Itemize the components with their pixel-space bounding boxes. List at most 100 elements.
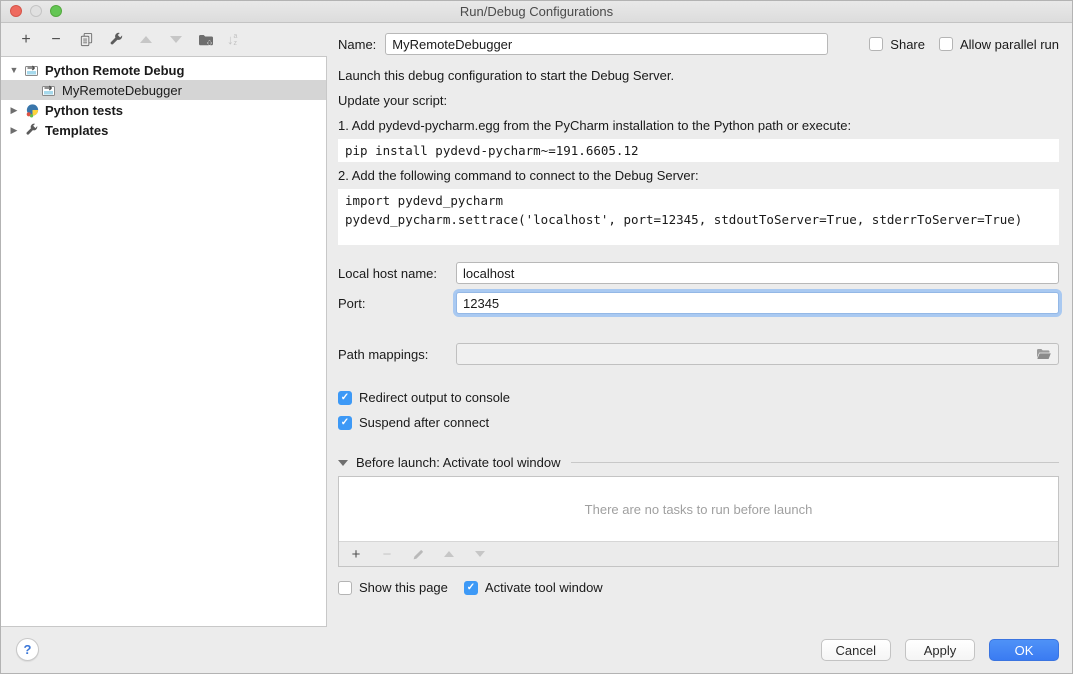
before-launch-header[interactable]: Before launch: Activate tool window bbox=[338, 455, 1059, 470]
tasks-toolbar: + − bbox=[339, 541, 1058, 566]
suspend-after-connect-checkbox-item[interactable]: Suspend after connect bbox=[338, 415, 1059, 430]
activate-tool-window-label: Activate tool window bbox=[485, 580, 603, 595]
pip-install-code: pip install pydevd-pycharm~=191.6605.12 bbox=[338, 139, 1059, 162]
triangle-down-icon bbox=[170, 36, 182, 43]
apply-button[interactable]: Apply bbox=[905, 639, 975, 661]
tree-item-label: Python Remote Debug bbox=[45, 63, 184, 78]
pencil-icon bbox=[412, 548, 425, 561]
expander-right-icon[interactable]: ▶ bbox=[9, 125, 19, 136]
expander-right-icon[interactable]: ▶ bbox=[9, 105, 19, 116]
tasks-empty-text: There are no tasks to run before launch bbox=[585, 502, 813, 517]
remote-debug-icon bbox=[24, 62, 40, 78]
path-mappings-field[interactable] bbox=[456, 343, 1059, 365]
local-host-row: Local host name: bbox=[338, 262, 1059, 284]
move-task-up-button bbox=[440, 545, 458, 563]
activate-tool-window-checkbox-item[interactable]: Activate tool window bbox=[464, 580, 603, 595]
ok-button[interactable]: OK bbox=[989, 639, 1059, 661]
activate-tool-window-checkbox[interactable] bbox=[464, 581, 478, 595]
description-line: Launch this debug configuration to start… bbox=[338, 63, 1059, 88]
share-checkbox[interactable] bbox=[869, 37, 883, 51]
show-this-page-label: Show this page bbox=[359, 580, 448, 595]
move-down-button bbox=[167, 31, 185, 49]
tree-item-label: Templates bbox=[45, 123, 108, 138]
tasks-empty-area: There are no tasks to run before launch bbox=[339, 477, 1058, 541]
cancel-button[interactable]: Cancel bbox=[821, 639, 891, 661]
port-label: Port: bbox=[338, 296, 456, 311]
redirect-output-checkbox-item[interactable]: Redirect output to console bbox=[338, 390, 1059, 405]
configurations-tree: ▼ Python Remote Debug MyRemoteDebugger bbox=[1, 56, 327, 627]
local-host-input[interactable] bbox=[456, 262, 1059, 284]
show-this-page-checkbox[interactable] bbox=[338, 581, 352, 595]
help-question-icon: ? bbox=[24, 642, 32, 657]
redirect-output-checkbox[interactable] bbox=[338, 391, 352, 405]
description-block: Launch this debug configuration to start… bbox=[338, 63, 1059, 245]
copy-icon bbox=[79, 32, 94, 47]
suspend-after-connect-checkbox[interactable] bbox=[338, 416, 352, 430]
footer-buttons: Cancel Apply OK bbox=[821, 639, 1059, 661]
expander-down-icon[interactable]: ▼ bbox=[9, 65, 19, 75]
move-task-down-button bbox=[471, 545, 489, 563]
settrace-code-line-2: pydevd_pycharm.settrace('localhost', por… bbox=[345, 210, 1052, 229]
zoom-window-button[interactable] bbox=[50, 5, 62, 17]
remote-debug-icon bbox=[41, 82, 57, 98]
bottom-options-row: Show this page Activate tool window bbox=[338, 580, 1059, 595]
tree-item-python-remote-debug[interactable]: ▼ Python Remote Debug bbox=[1, 60, 326, 80]
sort-configurations-button: ↓ az bbox=[227, 32, 237, 47]
port-input[interactable] bbox=[456, 292, 1059, 314]
allow-parallel-run-label: Allow parallel run bbox=[960, 37, 1059, 52]
dialog-footer: ? Cancel Apply OK bbox=[1, 627, 1072, 673]
triangle-down-icon bbox=[475, 551, 485, 557]
tree-item-label: Python tests bbox=[45, 103, 123, 118]
description-line: Update your script: bbox=[338, 88, 1059, 113]
new-folder-button[interactable] bbox=[197, 31, 215, 49]
remove-configuration-button[interactable]: − bbox=[47, 31, 65, 49]
allow-parallel-run-checkbox[interactable] bbox=[939, 37, 953, 51]
suspend-after-connect-label: Suspend after connect bbox=[359, 415, 489, 430]
name-label: Name: bbox=[338, 37, 376, 52]
port-row: Port: bbox=[338, 292, 1059, 314]
description-step-1: 1. Add pydevd-pycharm.egg from the PyCha… bbox=[338, 113, 1059, 138]
share-label: Share bbox=[890, 37, 925, 52]
python-tests-icon bbox=[24, 102, 40, 118]
edit-templates-button[interactable] bbox=[107, 31, 125, 49]
header-rule bbox=[571, 462, 1059, 463]
titlebar: Run/Debug Configurations bbox=[1, 1, 1072, 23]
open-folder-icon[interactable] bbox=[1036, 348, 1052, 361]
close-window-button[interactable] bbox=[10, 5, 22, 17]
allow-parallel-run-checkbox-item[interactable]: Allow parallel run bbox=[939, 37, 1059, 52]
tree-item-templates[interactable]: ▶ Templates bbox=[1, 120, 326, 140]
folder-plus-icon bbox=[198, 32, 214, 48]
before-launch-tasks-panel: There are no tasks to run before launch … bbox=[338, 476, 1059, 567]
tree-item-myremotedebugger[interactable]: MyRemoteDebugger bbox=[1, 80, 326, 100]
minimize-window-button bbox=[30, 5, 42, 17]
traffic-lights bbox=[10, 5, 62, 17]
path-mappings-label: Path mappings: bbox=[338, 347, 456, 362]
configuration-editor: Name: Share Allow parallel run Launch th… bbox=[338, 23, 1059, 627]
settrace-code: import pydevd_pycharm pydevd_pycharm.set… bbox=[338, 189, 1059, 245]
collapse-triangle-icon[interactable] bbox=[338, 460, 348, 466]
redirect-output-label: Redirect output to console bbox=[359, 390, 510, 405]
show-this-page-checkbox-item[interactable]: Show this page bbox=[338, 580, 448, 595]
name-row: Name: Share Allow parallel run bbox=[338, 33, 1059, 55]
share-checkbox-item[interactable]: Share bbox=[869, 37, 925, 52]
wrench-icon bbox=[109, 32, 124, 47]
description-step-2: 2. Add the following command to connect … bbox=[338, 163, 1059, 188]
copy-configuration-button[interactable] bbox=[77, 31, 95, 49]
add-task-button[interactable]: + bbox=[347, 545, 365, 563]
help-button[interactable]: ? bbox=[16, 638, 39, 661]
run-debug-configurations-dialog: Run/Debug Configurations + − bbox=[0, 0, 1073, 674]
before-launch-title: Before launch: Activate tool window bbox=[356, 455, 561, 470]
settrace-code-line-1: import pydevd_pycharm bbox=[345, 191, 1052, 210]
triangle-up-icon bbox=[444, 551, 454, 557]
path-mappings-row: Path mappings: bbox=[338, 343, 1059, 365]
add-configuration-button[interactable]: + bbox=[17, 31, 35, 49]
tree-item-label: MyRemoteDebugger bbox=[62, 83, 182, 98]
remove-task-button: − bbox=[378, 545, 396, 563]
name-input[interactable] bbox=[385, 33, 828, 55]
tree-item-python-tests[interactable]: ▶ Python tests bbox=[1, 100, 326, 120]
configurations-toolbar: + − ↓ az bbox=[1, 23, 327, 56]
edit-task-button bbox=[409, 545, 427, 563]
move-up-button bbox=[137, 31, 155, 49]
triangle-up-icon bbox=[140, 36, 152, 43]
wrench-icon bbox=[24, 122, 40, 138]
